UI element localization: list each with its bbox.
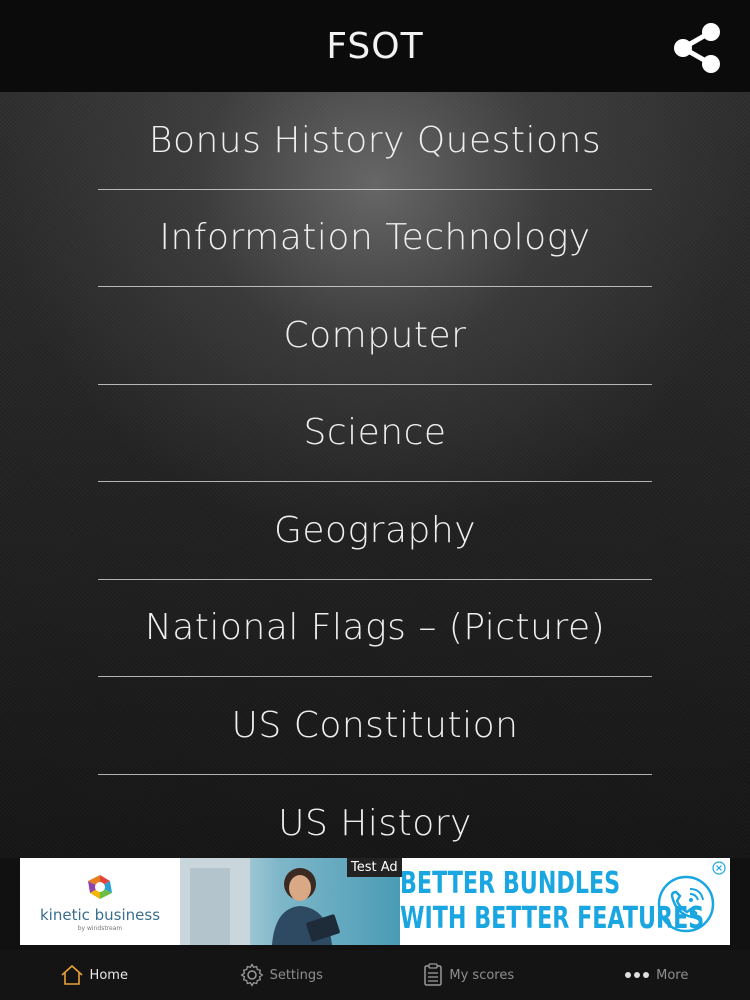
category-label: US History [278, 802, 472, 844]
category-national-flags[interactable]: National Flags – (Picture) [98, 580, 652, 677]
category-label: Information Technology [159, 217, 591, 259]
header-bar: FSOT [0, 0, 750, 92]
tab-label: My scores [449, 967, 515, 983]
close-icon [712, 861, 726, 875]
ad-headline-line2: WITH BETTER FEATURES [400, 901, 705, 936]
more-dots-icon [625, 972, 650, 978]
ad-banner[interactable]: kinetic business by windstream BETTER BU… [20, 858, 730, 945]
tab-label: Settings [269, 967, 323, 983]
phone-wifi-icon [656, 874, 716, 934]
tab-home[interactable]: Home [0, 950, 188, 1000]
category-label: Bonus History Questions [148, 119, 602, 161]
category-science[interactable]: Science [98, 385, 652, 482]
category-label: Computer [283, 314, 467, 356]
ad-headline-line1: BETTER BUNDLES [400, 866, 621, 901]
home-icon [61, 964, 83, 985]
category-label: Science [303, 412, 447, 454]
category-label: US Constitution [231, 704, 519, 746]
category-computer[interactable]: Computer [98, 287, 652, 385]
category-label: Geography [273, 509, 476, 551]
category-us-history[interactable]: US History [98, 775, 652, 859]
share-button[interactable] [672, 22, 722, 74]
ad-close-button[interactable] [712, 860, 726, 875]
tab-my-scores[interactable]: My scores [375, 950, 563, 1000]
ad-brand-sub: by windstream [77, 924, 123, 932]
category-information-technology[interactable]: Information Technology [98, 190, 652, 287]
tab-more[interactable]: More [563, 950, 750, 1000]
kinetic-logo-icon [88, 874, 112, 899]
page-title: FSOT [326, 25, 424, 67]
bottom-tab-bar: Home Settings My scores More [0, 950, 750, 1000]
ad-brand-name: kinetic business [39, 905, 161, 924]
category-us-constitution[interactable]: US Constitution [98, 677, 652, 775]
category-list: Bonus History Questions Information Tech… [0, 92, 750, 858]
tab-label: More [656, 967, 689, 983]
category-label: National Flags – (Picture) [144, 607, 606, 649]
gear-icon [240, 963, 264, 987]
clipboard-icon [424, 963, 443, 986]
tab-label: Home [89, 967, 128, 983]
category-list-area: Bonus History Questions Information Tech… [0, 92, 750, 858]
ad-test-label: Test Ad [347, 858, 402, 877]
share-icon [674, 23, 720, 73]
category-geography[interactable]: Geography [98, 482, 652, 580]
ad-headline: BETTER BUNDLES WITH BETTER FEATURES [400, 866, 705, 936]
tab-settings[interactable]: Settings [188, 950, 376, 1000]
category-bonus-history[interactable]: Bonus History Questions [98, 92, 652, 190]
ad-brand-area: kinetic business by windstream [20, 858, 180, 945]
